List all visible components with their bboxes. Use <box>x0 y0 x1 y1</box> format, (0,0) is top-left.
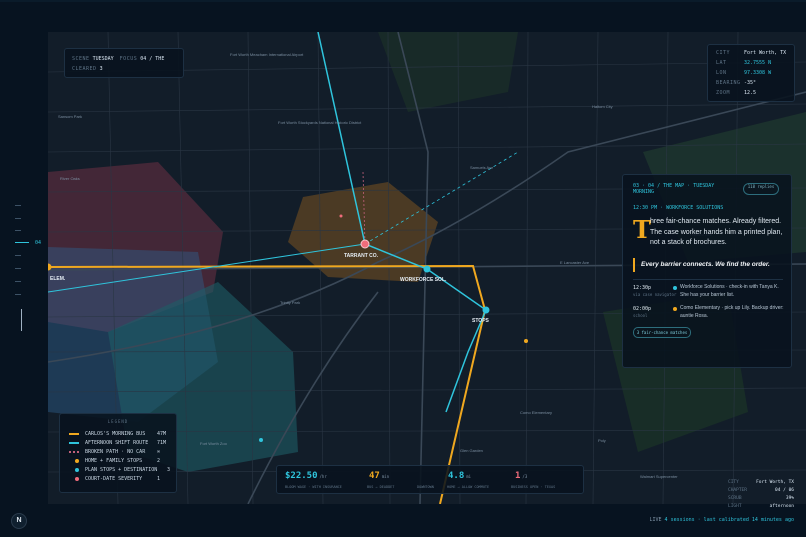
cleared-value: 3 <box>99 66 103 72</box>
live-indicator: LIVE <box>649 517 662 523</box>
legend-swatch <box>75 459 79 463</box>
stat-open: 1/3 <box>515 471 528 481</box>
street-zoo: Fort Worth Zoo <box>200 441 227 446</box>
street-sansom: Sansom Park <box>58 114 83 119</box>
coord-row-lon: LON 97.3308 W <box>716 70 772 76</box>
stat-wage-label: BLOOM WAGE · WITH INSURANCE <box>285 485 342 489</box>
rail-tick-8[interactable] <box>15 294 21 295</box>
timeline-text-1: Workforce Solutions · check-in with Tany… <box>680 284 779 298</box>
timeline-dot-1 <box>673 286 677 290</box>
cleared-label: CLEARED <box>72 66 97 72</box>
stat-distance-label: HOME → ALLOW COMMUTE <box>447 485 490 489</box>
info-row-light: LIGHT afternoon <box>728 504 794 509</box>
stat-open-label: BUSINESS OPEN · TEXAS <box>511 485 556 489</box>
southwest-stop-marker[interactable] <box>259 438 263 442</box>
timeline-dot-2 <box>673 307 677 311</box>
info-row-chapter: CHAPTER 04 / 06 <box>728 488 794 493</box>
legend-item-broken-path[interactable]: BROKEN PATH · NO CAR ∞ <box>69 449 173 455</box>
rail-tick-7[interactable] <box>15 281 21 282</box>
coordinates-panel: CITY Fort Worth, TX LAT 32.7555 N LON 97.33… <box>707 44 795 102</box>
story-quote: Every barrier connects. We find the orde… <box>633 258 791 272</box>
brand-logo[interactable]: N <box>11 513 27 529</box>
tarrant-marker[interactable] <box>360 239 370 249</box>
scene-label: SCENE <box>72 56 90 62</box>
timeline-text-2: Como Elementary · pick up Lily. Backup d… <box>680 305 784 319</box>
story-divider <box>633 279 783 280</box>
street-glen: Glen Garden <box>460 448 483 453</box>
street-river-oaks: River Oaks <box>60 176 80 181</box>
focus-value: 04 / THE <box>140 56 165 62</box>
stat-distance: 4.8 mi <box>448 471 472 481</box>
status-footer: LIVE 4 sessions · last calibrated 14 min… <box>649 517 794 523</box>
rail-tick-1[interactable] <box>15 205 21 206</box>
stat-downtown-label: DOWNTOWN <box>417 485 434 489</box>
coord-row-city: CITY Fort Worth, TX <box>716 50 787 56</box>
timeline-time-1: 12:30p <box>633 285 652 291</box>
street-samuels: Samuels Ave <box>470 165 494 170</box>
rail-tick-2[interactable] <box>15 218 21 219</box>
legend-item-plan-stops[interactable]: PLAN STOPS + DESTINATION 3 <box>69 467 173 473</box>
scene-panel: SCENE TUESDAY FOCUS 04 / THE CLEARED 3 <box>64 48 184 78</box>
legend-swatch <box>69 442 79 444</box>
stat-bus-minutes: 47 min <box>369 471 390 481</box>
status-text: 4 sessions · last calibrated 14 minutes … <box>664 517 794 523</box>
legend-swatch <box>69 451 79 453</box>
stat-wage: $22.50/hr <box>285 471 327 481</box>
workforce-label: WORKFORCE SOL. <box>400 277 447 283</box>
focus-label: FOCUS <box>119 56 138 62</box>
street-haltom: Haltom City <box>592 104 613 109</box>
story-heading-2: MORNING <box>633 189 655 195</box>
street-trinity: Trinity Park <box>280 300 301 305</box>
street-airport: Fort Worth Meacham International Airport <box>230 52 304 57</box>
street-poly: Poly <box>598 438 606 443</box>
legend-title: LEGEND <box>107 419 129 424</box>
workforce-marker[interactable] <box>423 265 431 273</box>
info-row-city: CITY Fort Worth, TX <box>728 480 794 485</box>
story-subhead: 12:30 PM · WORKFORCE SOLUTIONS <box>633 205 724 211</box>
street-stockyards: Fort Worth Stockyards National Historic … <box>278 120 362 125</box>
bottom-right-info: CITY Fort Worth, TX CHAPTER 04 / 06 SCRUB 3… <box>728 480 794 512</box>
rail-tick-3[interactable] <box>15 230 21 231</box>
southeast-stop-marker[interactable] <box>524 339 528 343</box>
info-row-scrub: SCRUB 39% <box>728 496 794 501</box>
legend-item-home-stops[interactable]: HOME + FAMILY STOPS 2 <box>69 458 173 464</box>
legend-panel: LEGEND CARLOS'S MORNING BUS 47M AFTERNOO… <box>59 413 177 493</box>
tarrant-label: TARRANT CO. <box>344 253 379 259</box>
legend-item-morning-bus[interactable]: CARLOS'S MORNING BUS 47M <box>69 431 173 437</box>
timeline-label-2: school <box>633 313 648 318</box>
app-frame: TARRANT CO. WORKFORCE SOL. STOPS ELEM. S… <box>0 0 806 537</box>
rail-active-number: 04 <box>35 240 42 246</box>
replies-badge[interactable]: 118 replies <box>743 183 779 195</box>
legend-swatch <box>69 433 79 435</box>
court-marker[interactable] <box>339 214 343 218</box>
legend-swatch <box>75 477 79 481</box>
stats-bar: $22.50/hr BLOOM WAGE · WITH INSURANCE 47… <box>276 465 584 494</box>
coord-row-bearing: BEARING -35° <box>716 80 757 86</box>
street-lancaster: E Lancaster Ave <box>560 260 590 265</box>
rail-scrollbar[interactable] <box>21 309 22 331</box>
rail-tick-6[interactable] <box>15 268 21 269</box>
rail-tick-active[interactable] <box>15 242 29 243</box>
elem-label: ELEM. <box>50 276 66 282</box>
stops-label: STOPS <box>472 318 489 324</box>
timeline-time-2: 02:00p <box>633 306 652 312</box>
story-body: hree fair-chance matches. Already filter… <box>650 218 783 246</box>
stops-marker[interactable] <box>482 306 490 314</box>
coord-row-zoom: ZOOM 12.5 <box>716 90 757 96</box>
matches-chip[interactable]: 3 fair-chance matches <box>633 327 691 338</box>
timeline-label-1: via case navigator <box>633 292 677 297</box>
stat-bus-label: BUS → DEADDET <box>367 485 395 489</box>
scene-value: TUESDAY <box>92 56 114 62</box>
rail-tick-5[interactable] <box>15 255 21 256</box>
legend-item-court-severity[interactable]: COURT-DATE SEVERITY 1 <box>69 476 173 482</box>
street-como: Como Elementary <box>520 410 553 415</box>
story-panel: 03 · 04 / THE MAP · TUESDAY MORNING 118 … <box>622 174 792 368</box>
legend-item-afternoon-shift[interactable]: AFTERNOON SHIFT ROUTE 71M <box>69 440 173 446</box>
top-rule <box>0 0 806 2</box>
coord-row-lat: LAT 32.7555 N <box>716 60 772 66</box>
legend-swatch <box>75 468 79 472</box>
story-dropcap: T <box>633 215 651 244</box>
street-walmart: Walmart Supercenter <box>640 474 678 479</box>
